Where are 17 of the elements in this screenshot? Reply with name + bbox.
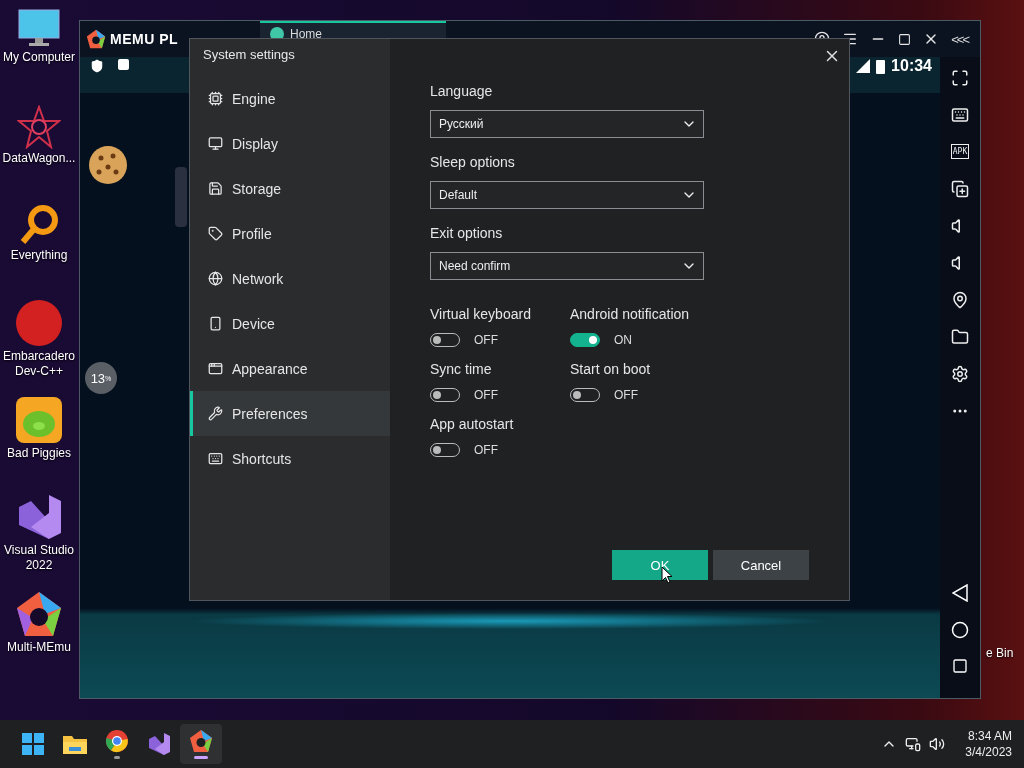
field-label: Exit options — [430, 225, 504, 242]
field-label: Sleep options — [430, 154, 516, 171]
toggle-state: OFF — [474, 388, 498, 402]
toggle-state: ON — [614, 333, 632, 347]
app-logo: MEMU PL — [110, 31, 179, 47]
toggle-state: OFF — [614, 388, 638, 402]
toggle-label: Sync time — [430, 361, 493, 378]
toggle-label: App autostart — [430, 416, 515, 433]
toggle-label: Android notification — [570, 306, 691, 323]
dialog-title: System settings — [202, 46, 296, 64]
clock-time: 10:34 — [891, 57, 932, 75]
toggle-state: OFF — [474, 443, 498, 457]
toggle-label: Start on boot — [570, 361, 652, 378]
progress-badge: 13$^{%}$ — [85, 362, 117, 394]
toggle-state: OFF — [474, 333, 498, 347]
field-label: Language — [430, 83, 494, 100]
toggle-label: Virtual keyboard — [430, 306, 532, 323]
